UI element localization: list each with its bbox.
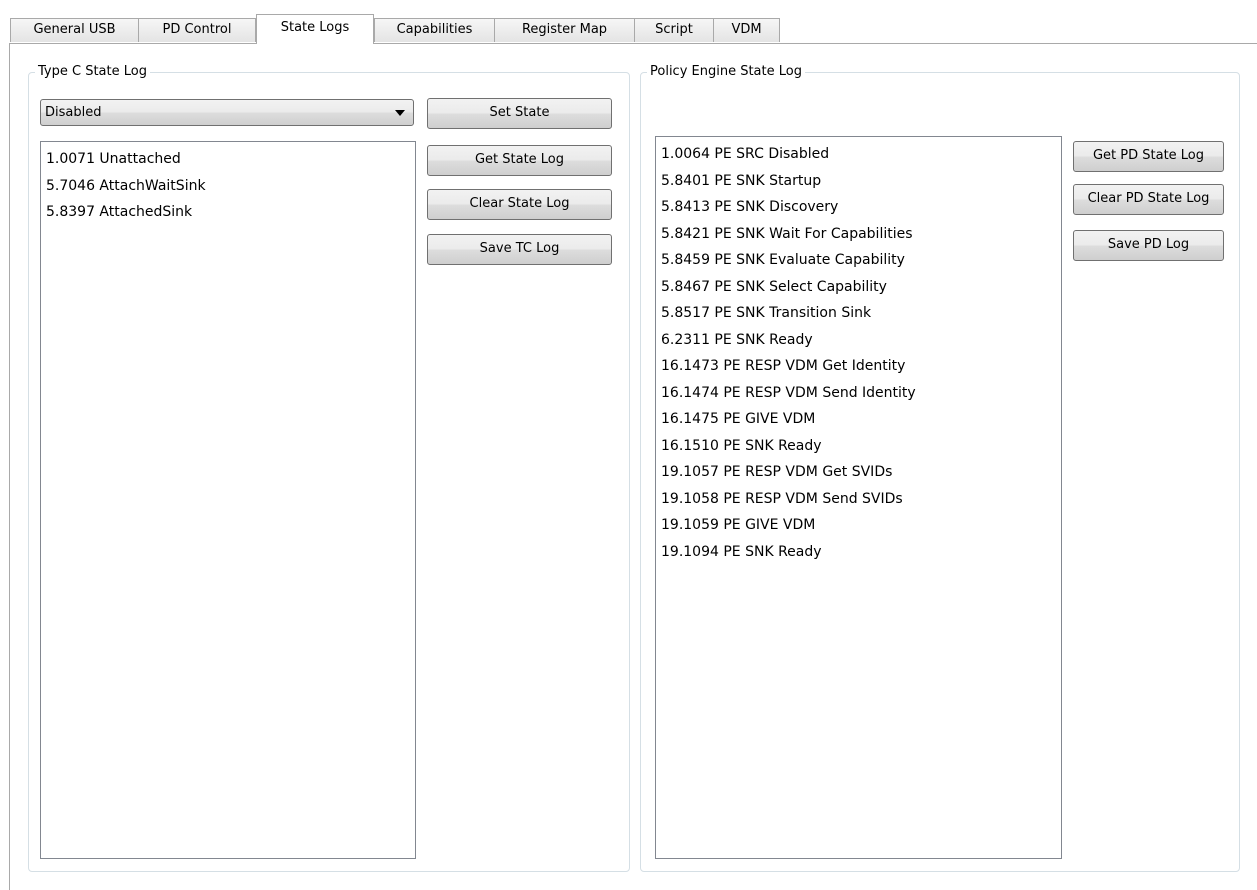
state-select-value: Disabled	[45, 105, 102, 120]
log-entry[interactable]: 16.1473 PE RESP VDM Get Identity	[661, 353, 1061, 380]
tab-page-border	[9, 43, 10, 890]
log-entry[interactable]: 1.0064 PE SRC Disabled	[661, 141, 1061, 168]
tab-vdm[interactable]: VDM	[713, 18, 780, 42]
tab-register-map[interactable]: Register Map	[494, 18, 635, 42]
tab-state-logs[interactable]: State Logs	[256, 14, 374, 44]
log-entry[interactable]: 5.8401 PE SNK Startup	[661, 168, 1061, 195]
pd-tool-window: General USB PD Control State Logs Capabi…	[0, 0, 1257, 890]
log-entry[interactable]: 5.8413 PE SNK Discovery	[661, 194, 1061, 221]
log-entry[interactable]: 5.8397 AttachedSink	[46, 199, 415, 226]
tab-script[interactable]: Script	[634, 18, 714, 42]
set-state-button[interactable]: Set State	[427, 98, 612, 129]
log-entry[interactable]: 5.8517 PE SNK Transition Sink	[661, 300, 1061, 327]
log-entry[interactable]: 5.7046 AttachWaitSink	[46, 173, 415, 200]
log-entry[interactable]: 1.0071 Unattached	[46, 146, 415, 173]
get-pd-state-log-button[interactable]: Get PD State Log	[1073, 141, 1224, 172]
log-entry[interactable]: 5.8459 PE SNK Evaluate Capability	[661, 247, 1061, 274]
log-entry[interactable]: 19.1058 PE RESP VDM Send SVIDs	[661, 486, 1061, 513]
save-pd-log-button[interactable]: Save PD Log	[1073, 230, 1224, 261]
type-c-log-list[interactable]: 1.0071 Unattached 5.7046 AttachWaitSink 5.…	[40, 141, 416, 859]
tab-strip-divider	[9, 43, 1257, 44]
tab-capabilities[interactable]: Capabilities	[374, 18, 495, 42]
get-state-log-button[interactable]: Get State Log	[427, 145, 612, 176]
policy-engine-state-log-title: Policy Engine State Log	[647, 64, 805, 80]
log-entry[interactable]: 16.1474 PE RESP VDM Send Identity	[661, 380, 1061, 407]
save-tc-log-button[interactable]: Save TC Log	[427, 234, 612, 265]
clear-state-log-button[interactable]: Clear State Log	[427, 189, 612, 220]
log-entry[interactable]: 5.8421 PE SNK Wait For Capabilities	[661, 221, 1061, 248]
tab-strip: General USB PD Control State Logs Capabi…	[0, 0, 1257, 44]
log-entry[interactable]: 16.1510 PE SNK Ready	[661, 433, 1061, 460]
log-entry[interactable]: 19.1059 PE GIVE VDM	[661, 512, 1061, 539]
type-c-state-log-title: Type C State Log	[35, 64, 150, 80]
log-entry[interactable]: 19.1057 PE RESP VDM Get SVIDs	[661, 459, 1061, 486]
chevron-down-icon	[395, 110, 405, 116]
log-entry[interactable]: 5.8467 PE SNK Select Capability	[661, 274, 1061, 301]
log-entry[interactable]: 16.1475 PE GIVE VDM	[661, 406, 1061, 433]
clear-pd-state-log-button[interactable]: Clear PD State Log	[1073, 184, 1224, 215]
policy-engine-log-list[interactable]: 1.0064 PE SRC Disabled 5.8401 PE SNK Star…	[655, 136, 1062, 859]
state-select-dropdown[interactable]: Disabled	[40, 99, 414, 126]
tab-pd-control[interactable]: PD Control	[138, 18, 256, 42]
type-c-log-entries: 1.0071 Unattached 5.7046 AttachWaitSink 5.…	[41, 142, 415, 226]
policy-engine-log-entries: 1.0064 PE SRC Disabled 5.8401 PE SNK Star…	[656, 137, 1061, 565]
log-entry[interactable]: 19.1094 PE SNK Ready	[661, 539, 1061, 566]
tab-general-usb[interactable]: General USB	[10, 18, 139, 42]
log-entry[interactable]: 6.2311 PE SNK Ready	[661, 327, 1061, 354]
